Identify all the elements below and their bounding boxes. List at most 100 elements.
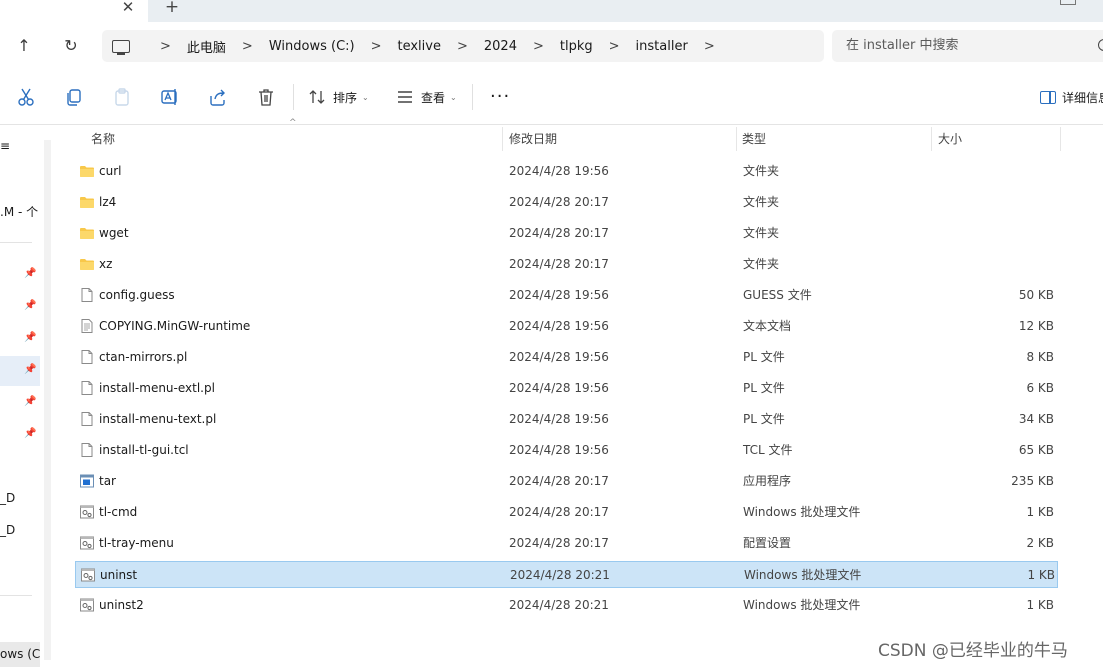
- sidebar-scrollbar[interactable]: [44, 140, 51, 660]
- column-name[interactable]: 名称: [91, 125, 115, 153]
- text-file-icon: [79, 318, 95, 334]
- column-divider[interactable]: [931, 127, 932, 151]
- folder-icon: [79, 194, 95, 210]
- chevron-right-icon[interactable]: >: [242, 39, 253, 54]
- table-row[interactable]: ctan-mirrors.pl 2024/4/28 19:56 PL 文件 8 KB: [75, 344, 1058, 371]
- column-divider[interactable]: [736, 127, 737, 151]
- file-modified: 2024/4/28 20:17: [509, 226, 609, 240]
- cut-icon[interactable]: [15, 86, 37, 108]
- pin-icon: 📌: [24, 364, 37, 375]
- breadcrumb-item[interactable]: tlpkg: [560, 39, 593, 54]
- sort-icon[interactable]: [306, 86, 328, 108]
- details-label: 详细信息: [1062, 90, 1103, 105]
- breadcrumb-item[interactable]: texlive: [398, 39, 441, 54]
- view-icon[interactable]: [394, 86, 416, 108]
- sort-button[interactable]: 排序 ⌄: [333, 86, 369, 108]
- breadcrumb-item[interactable]: 此电脑: [187, 37, 226, 56]
- view-label: 查看: [421, 90, 446, 105]
- this-pc-icon[interactable]: [112, 39, 130, 55]
- tab-strip: ✕ +: [0, 0, 1103, 22]
- address-bar[interactable]: > 此电脑 > Windows (C:) > texlive >2024 > tlpkg > ins…: [102, 30, 824, 62]
- table-row[interactable]: config.guess 2024/4/28 19:56 GUESS 文件 50 KB: [75, 282, 1058, 309]
- sidebar-item-label[interactable]: _D: [0, 523, 15, 537]
- active-tab[interactable]: ✕: [0, 0, 148, 22]
- table-row[interactable]: tl-cmd 2024/4/28 20:17 Windows 批处理文件 1 KB: [75, 499, 1058, 526]
- rename-icon[interactable]: [159, 86, 181, 108]
- chevron-right-icon[interactable]: >: [371, 39, 382, 54]
- table-row[interactable]: uninst2 2024/4/28 20:21 Windows 批处理文件 1 KB: [75, 592, 1058, 619]
- sidebar-item-label[interactable]: ≡: [0, 139, 10, 153]
- breadcrumb-item[interactable]: installer: [636, 39, 688, 54]
- address-bar-row: ↑ ↻ > 此电脑 > Windows (C:) > texlive >2024 > tlpkg…: [0, 22, 1103, 70]
- breadcrumb-item[interactable]: Windows (C:): [269, 39, 355, 54]
- table-row[interactable]: install-menu-text.pl 2024/4/28 19:56 PL 文件…: [75, 406, 1058, 433]
- search-icon[interactable]: [1098, 39, 1103, 51]
- share-icon[interactable]: [207, 86, 229, 108]
- file-name: COPYING.MinGW-runtime: [99, 319, 251, 333]
- table-row[interactable]: tar 2024/4/28 20:17 应用程序 235 KB: [75, 468, 1058, 495]
- details-pane-icon: [1040, 90, 1056, 104]
- chevron-down-icon: ⌄: [450, 92, 457, 102]
- table-row[interactable]: xz 2024/4/28 20:17 文件夹: [75, 251, 1058, 278]
- chevron-down-icon: ⌄: [362, 92, 369, 102]
- new-tab-icon[interactable]: +: [163, 0, 181, 17]
- file-name: tl-tray-menu: [99, 536, 174, 550]
- column-divider[interactable]: [502, 127, 503, 151]
- table-row[interactable]: tl-tray-menu 2024/4/28 20:17 配置设置 2 KB: [75, 530, 1058, 557]
- search-box[interactable]: 在 installer 中搜索: [832, 30, 1103, 62]
- search-input[interactable]: 在 installer 中搜索: [846, 30, 959, 62]
- breadcrumb-item[interactable]: 2024: [484, 39, 517, 54]
- chevron-right-icon[interactable]: >: [609, 39, 620, 54]
- file-size: 50 KB: [1018, 288, 1054, 302]
- refresh-icon[interactable]: ↻: [59, 34, 83, 58]
- sort-ascending-icon: ^: [289, 118, 297, 128]
- delete-icon[interactable]: [255, 86, 277, 108]
- file-size: 1 KB: [1027, 568, 1055, 582]
- file-modified: 2024/4/28 19:56: [509, 381, 609, 395]
- sidebar-item-label[interactable]: _D: [0, 491, 15, 505]
- file-modified: 2024/4/28 19:56: [509, 319, 609, 333]
- copy-icon[interactable]: [63, 86, 85, 108]
- file-size: 2 KB: [1026, 536, 1054, 550]
- details-pane-button[interactable]: 详细信息: [1040, 86, 1103, 108]
- column-modified[interactable]: 修改日期: [509, 125, 557, 153]
- file-type: Windows 批处理文件: [743, 598, 861, 612]
- file-name: wget: [99, 226, 129, 240]
- more-options-button[interactable]: ···: [490, 86, 510, 108]
- file-size: [975, 220, 1054, 247]
- chevron-right-icon[interactable]: >: [533, 39, 544, 54]
- config-file-icon: [79, 535, 95, 551]
- up-arrow-icon[interactable]: ↑: [12, 34, 36, 58]
- file-modified: 2024/4/28 19:56: [509, 288, 609, 302]
- column-divider[interactable]: [1060, 127, 1061, 151]
- file-name: xz: [99, 257, 113, 271]
- sidebar-item-label[interactable]: .M - 个: [0, 203, 38, 220]
- file-modified: 2024/4/28 20:21: [509, 598, 609, 612]
- table-row[interactable]: uninst 2024/4/28 20:21 Windows 批处理文件 1 KB: [75, 561, 1058, 588]
- table-row[interactable]: curl 2024/4/28 19:56 文件夹: [75, 158, 1058, 185]
- column-type[interactable]: 类型: [742, 125, 766, 153]
- table-row[interactable]: lz4 2024/4/28 20:17 文件夹: [75, 189, 1058, 216]
- table-row[interactable]: COPYING.MinGW-runtime 2024/4/28 19:56 文本文档…: [75, 313, 1058, 340]
- file-size: 65 KB: [1018, 443, 1054, 457]
- command-bar: 排序 ⌄ 查看 ⌄ ··· 详细信息: [0, 70, 1103, 125]
- chevron-right-icon[interactable]: >: [457, 39, 468, 54]
- table-row[interactable]: install-tl-gui.tcl 2024/4/28 19:56 TCL 文件 6…: [75, 437, 1058, 464]
- table-row[interactable]: install-menu-extl.pl 2024/4/28 19:56 PL 文件…: [75, 375, 1058, 402]
- table-row[interactable]: wget 2024/4/28 20:17 文件夹: [75, 220, 1058, 247]
- pin-icon: 📌: [24, 396, 37, 407]
- chevron-right-icon[interactable]: >: [160, 39, 171, 54]
- exe-icon: [79, 473, 95, 489]
- file-size: 8 KB: [1026, 350, 1054, 364]
- chevron-right-icon[interactable]: >: [704, 39, 715, 54]
- divider: [472, 84, 473, 110]
- view-button[interactable]: 查看 ⌄: [421, 86, 457, 108]
- file-modified: 2024/4/28 20:21: [510, 568, 610, 582]
- file-icon: [79, 349, 95, 365]
- close-tab-icon[interactable]: ✕: [120, 0, 136, 17]
- restore-window-button[interactable]: [1060, 0, 1076, 5]
- sort-label: 排序: [333, 90, 358, 105]
- file-type: GUESS 文件: [743, 288, 812, 302]
- sidebar-item-drive[interactable]: ows (C:): [0, 642, 40, 667]
- column-size[interactable]: 大小: [938, 125, 962, 153]
